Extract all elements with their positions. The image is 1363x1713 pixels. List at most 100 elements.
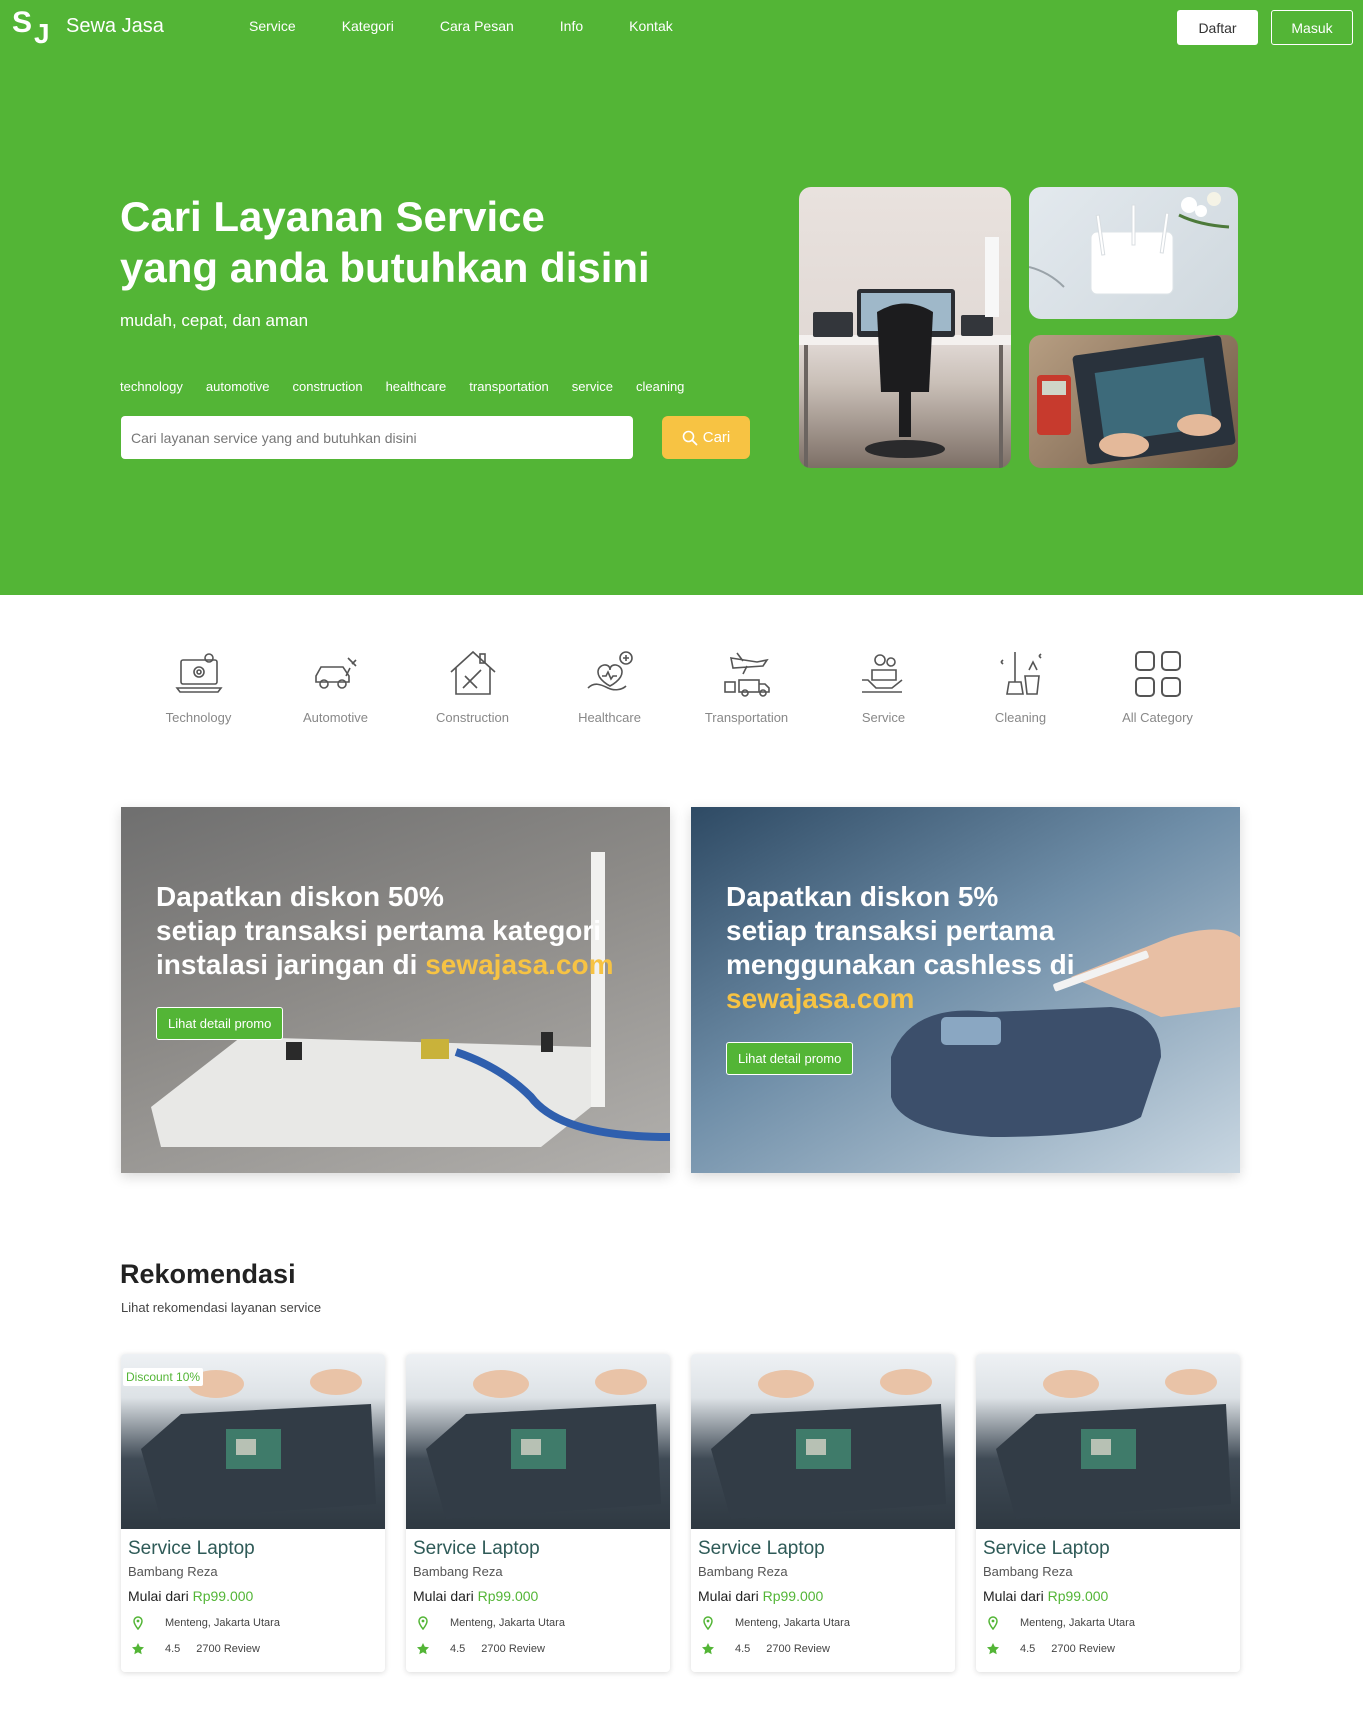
service-card-location: Menteng, Jakarta Utara	[131, 1616, 280, 1630]
rating-value: 4.5	[735, 1643, 751, 1655]
recommendations-title: Rekomendasi	[120, 1259, 296, 1289]
price-amount: Rp99.000	[192, 1588, 254, 1604]
nav-info[interactable]: Info	[560, 18, 583, 34]
hero-title-line1: Cari Layanan Service	[120, 193, 545, 240]
category-automotive[interactable]: Automotive	[267, 648, 404, 725]
category-label: Technology	[165, 710, 232, 725]
service-card-title: Service Laptop	[983, 1538, 1110, 1559]
promo-card-network[interactable]: Dapatkan diskon 50% setiap transaksi per…	[121, 807, 670, 1173]
promo-line: Dapatkan diskon 5%	[726, 881, 999, 912]
service-card[interactable]: Service Laptop Bambang Reza Mulai dari R…	[406, 1354, 670, 1672]
search-button[interactable]: Cari	[662, 416, 750, 459]
rating-value: 4.5	[450, 1643, 466, 1655]
review-count: 2700 Review	[196, 1643, 260, 1655]
service-card-price: Mulai dari Rp99.000	[983, 1588, 1108, 1604]
service-card-rating: 4.5 2700 Review	[701, 1642, 830, 1656]
category-label: Transportation	[704, 710, 789, 725]
location-text: Menteng, Jakarta Utara	[450, 1617, 565, 1629]
nav-cara-pesan[interactable]: Cara Pesan	[440, 18, 514, 34]
hero-subtitle: mudah, cepat, dan aman	[120, 311, 309, 330]
category-label: Service	[861, 710, 906, 725]
review-count: 2700 Review	[1051, 1643, 1115, 1655]
search-input[interactable]	[121, 416, 633, 459]
service-card-owner: Bambang Reza	[698, 1564, 788, 1579]
category-bar: Technology Automotive Construction Healt…	[130, 648, 1226, 725]
rating-value: 4.5	[1020, 1643, 1036, 1655]
tag-cleaning[interactable]: cleaning	[636, 379, 684, 394]
promo-line: instalasi jaringan di	[156, 949, 426, 980]
price-amount: Rp99.000	[1047, 1588, 1109, 1604]
promo-detail-button[interactable]: Lihat detail promo	[156, 1007, 284, 1040]
service-card-image	[691, 1354, 955, 1529]
location-text: Menteng, Jakarta Utara	[165, 1617, 280, 1629]
grid-icon	[1134, 651, 1181, 697]
star-icon	[702, 1643, 714, 1655]
hand-heart-icon	[586, 651, 633, 691]
search-icon	[682, 430, 698, 445]
promo-line: setiap transaksi pertama	[726, 915, 1055, 946]
main-nav: Service Kategori Cara Pesan Info Kontak	[249, 18, 719, 34]
tag-healthcare[interactable]: healthcare	[386, 379, 447, 394]
price-prefix: Mulai dari	[128, 1588, 189, 1604]
promo-image-router	[151, 852, 670, 1147]
service-card[interactable]: Service Laptop Bambang Reza Mulai dari R…	[691, 1354, 955, 1672]
hero-tags: technology automotive construction healt…	[120, 379, 707, 394]
promo-detail-button[interactable]: Lihat detail promo	[726, 1042, 854, 1075]
service-card-location: Menteng, Jakarta Utara	[701, 1616, 850, 1630]
service-card-owner: Bambang Reza	[413, 1564, 503, 1579]
logo-mark-s: S	[12, 6, 33, 39]
nav-kategori[interactable]: Kategori	[342, 18, 394, 34]
tag-automotive[interactable]: automotive	[206, 379, 270, 394]
category-transportation[interactable]: Transportation	[678, 648, 815, 725]
service-card-rating: 4.5 2700 Review	[131, 1642, 260, 1656]
nav-service[interactable]: Service	[249, 18, 296, 34]
service-card-title: Service Laptop	[698, 1538, 825, 1559]
star-icon	[987, 1643, 999, 1655]
tag-construction[interactable]: construction	[292, 379, 362, 394]
category-label: Cleaning	[994, 710, 1047, 725]
category-label: All Category	[1122, 710, 1193, 725]
nav-kontak[interactable]: Kontak	[629, 18, 673, 34]
location-pin-icon	[418, 1616, 428, 1630]
promo-card-cashless[interactable]: Dapatkan diskon 5% setiap transaksi pert…	[691, 807, 1240, 1173]
car-wrench-icon	[314, 657, 357, 689]
hero-title: Cari Layanan Service yang anda butuhkan …	[120, 191, 650, 293]
star-icon	[132, 1643, 144, 1655]
category-healthcare[interactable]: Healthcare	[541, 648, 678, 725]
logo[interactable]: S J Sewa Jasa	[12, 6, 164, 49]
promo-text: Dapatkan diskon 50% setiap transaksi per…	[156, 880, 614, 982]
tag-transportation[interactable]: transportation	[469, 379, 549, 394]
promo-line: setiap transaksi pertama kategori	[156, 915, 602, 946]
category-construction[interactable]: Construction	[404, 648, 541, 725]
logo-mark-j: J	[34, 18, 50, 49]
tag-technology[interactable]: technology	[120, 379, 183, 394]
service-card-rating: 4.5 2700 Review	[416, 1642, 545, 1656]
service-card[interactable]: Discount 10% Service Laptop Bambang Reza…	[121, 1354, 385, 1672]
category-label: Construction	[436, 710, 509, 725]
price-prefix: Mulai dari	[413, 1588, 474, 1604]
promo-line: menggunakan cashless di	[726, 949, 1075, 980]
rating-value: 4.5	[165, 1643, 181, 1655]
category-all[interactable]: All Category	[1089, 648, 1226, 725]
daftar-button[interactable]: Daftar	[1177, 10, 1258, 45]
service-card-rating: 4.5 2700 Review	[986, 1642, 1115, 1656]
location-text: Menteng, Jakarta Utara	[1020, 1617, 1135, 1629]
category-cleaning[interactable]: Cleaning	[952, 648, 1089, 725]
service-card[interactable]: Service Laptop Bambang Reza Mulai dari R…	[976, 1354, 1240, 1672]
tag-service[interactable]: service	[572, 379, 613, 394]
service-card-owner: Bambang Reza	[128, 1564, 218, 1579]
logo-text: Sewa Jasa	[66, 14, 164, 37]
review-count: 2700 Review	[766, 1643, 830, 1655]
location-pin-icon	[703, 1616, 713, 1630]
service-card-price: Mulai dari Rp99.000	[698, 1588, 823, 1604]
category-label: Automotive	[302, 710, 369, 725]
masuk-button[interactable]: Masuk	[1271, 10, 1353, 45]
service-card-owner: Bambang Reza	[983, 1564, 1073, 1579]
laptop-gear-icon	[174, 653, 223, 693]
service-card-price: Mulai dari Rp99.000	[413, 1588, 538, 1604]
price-amount: Rp99.000	[477, 1588, 539, 1604]
hand-gears-icon	[861, 654, 902, 693]
category-technology[interactable]: Technology	[130, 648, 267, 725]
hero-image-router	[1029, 187, 1238, 319]
category-service[interactable]: Service	[815, 648, 952, 725]
